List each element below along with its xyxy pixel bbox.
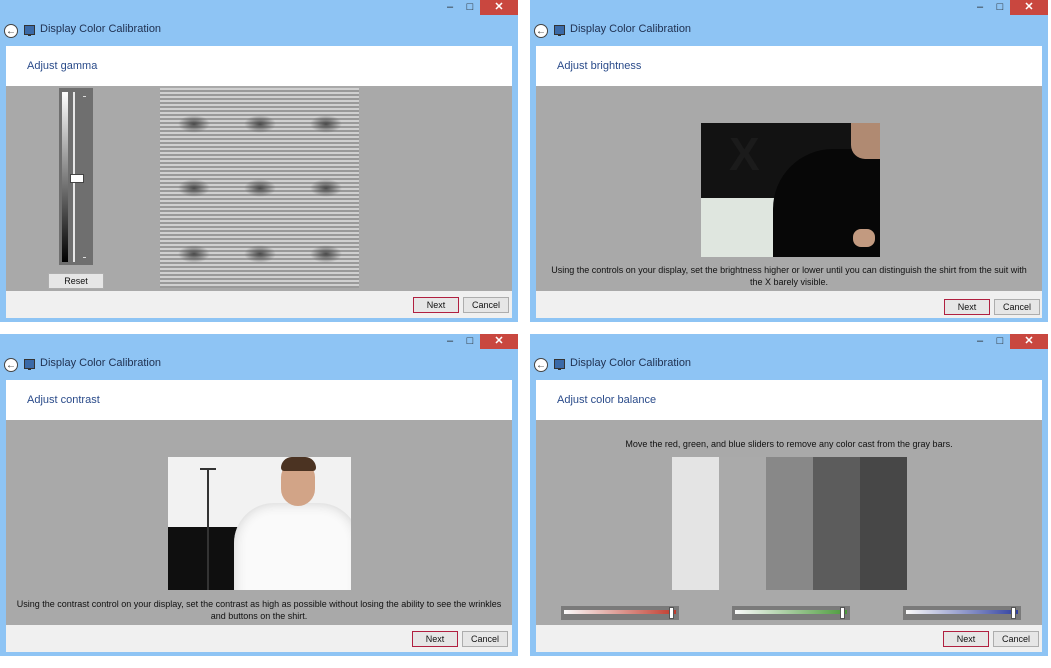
- gray-bar-1: [672, 457, 719, 590]
- title-bar: – □ ✕ ← Display Color Calibration: [0, 0, 518, 46]
- cancel-button[interactable]: Cancel: [463, 297, 509, 313]
- next-button[interactable]: Next: [944, 299, 990, 315]
- brightness-sample-image: X: [701, 123, 880, 257]
- window-gamma: – □ ✕ ← Display Color Calibration Adjust…: [0, 0, 518, 322]
- gamma-slider-thumb[interactable]: [70, 174, 84, 183]
- blue-slider-thumb[interactable]: [1011, 607, 1016, 619]
- maximize-button[interactable]: □: [462, 0, 478, 15]
- minimize-button[interactable]: –: [442, 0, 458, 15]
- hair: [281, 457, 316, 471]
- gray-bar-5: [860, 457, 907, 590]
- minimize-button[interactable]: –: [972, 0, 988, 15]
- cancel-button[interactable]: Cancel: [993, 631, 1039, 647]
- contrast-instructions: Using the contrast control on your displ…: [16, 599, 502, 621]
- color-balance-content: Move the red, green, and blue sliders to…: [536, 420, 1042, 625]
- footer-bar: Next Cancel: [536, 291, 1042, 318]
- gray-bars: [672, 457, 907, 590]
- maximize-button[interactable]: □: [992, 334, 1008, 349]
- page-title: Adjust brightness: [557, 60, 642, 72]
- gray-bar-3: [766, 457, 813, 590]
- contrast-content: Using the contrast control on your displ…: [6, 420, 512, 625]
- next-button[interactable]: Next: [412, 631, 458, 647]
- gamma-test-pattern: [160, 88, 359, 288]
- title-bar: – □ ✕ ← Display Color Calibration: [0, 334, 518, 380]
- app-title: Display Color Calibration: [570, 23, 692, 35]
- stand-top: [200, 468, 216, 470]
- color-balance-instructions: Move the red, green, and blue sliders to…: [625, 439, 953, 449]
- hand: [853, 229, 875, 247]
- close-button[interactable]: ✕: [480, 0, 518, 15]
- gamma-content: Reset: [6, 86, 512, 291]
- title-bar: – □ ✕ ← Display Color Calibration: [530, 334, 1048, 380]
- window-brightness: – □ ✕ ← Display Color Calibration Adjust…: [530, 0, 1048, 322]
- close-button[interactable]: ✕: [1010, 334, 1048, 349]
- wall-area: [701, 198, 779, 257]
- gray-bar-2: [719, 457, 766, 590]
- display-app-icon: [24, 25, 35, 36]
- slider-max-tick: [83, 96, 86, 97]
- green-slider-track: [735, 610, 847, 614]
- close-button[interactable]: ✕: [480, 334, 518, 349]
- page-header: Adjust gamma: [6, 46, 512, 86]
- white-shirt: [234, 503, 351, 590]
- gamma-slider-track: [62, 92, 68, 262]
- app-title: Display Color Calibration: [570, 357, 692, 369]
- back-arrow-icon[interactable]: ←: [534, 24, 548, 38]
- face: [851, 123, 880, 159]
- page-title: Adjust gamma: [27, 60, 98, 72]
- green-slider[interactable]: [732, 606, 850, 620]
- blue-slider[interactable]: [903, 606, 1021, 620]
- page-title: Adjust contrast: [27, 394, 100, 406]
- minimize-button[interactable]: –: [972, 334, 988, 349]
- window-contrast: – □ ✕ ← Display Color Calibration Adjust…: [0, 334, 518, 656]
- stand-pole: [207, 469, 209, 590]
- display-app-icon: [24, 359, 35, 370]
- back-arrow-icon[interactable]: ←: [4, 358, 18, 372]
- blue-slider-track: [906, 610, 1018, 614]
- cancel-button[interactable]: Cancel: [994, 299, 1040, 315]
- x-mark-icon: X: [729, 128, 760, 180]
- page-header: Adjust color balance: [536, 380, 1042, 420]
- page-header: Adjust brightness: [536, 46, 1042, 86]
- footer-bar: Next Cancel: [6, 291, 512, 318]
- slider-min-tick: [83, 257, 86, 258]
- brightness-instructions: Using the controls on your display, set …: [551, 265, 1027, 287]
- gray-bar-4: [813, 457, 860, 590]
- next-button[interactable]: Next: [943, 631, 989, 647]
- maximize-button[interactable]: □: [462, 334, 478, 349]
- display-app-icon: [554, 25, 565, 36]
- contrast-sample-image: [168, 457, 351, 590]
- red-slider-track: [564, 610, 676, 614]
- page-title: Adjust color balance: [557, 394, 657, 406]
- title-bar: – □ ✕ ← Display Color Calibration: [530, 0, 1048, 46]
- display-app-icon: [554, 359, 565, 370]
- close-button[interactable]: ✕: [1010, 0, 1048, 15]
- footer-bar: Next Cancel: [6, 625, 512, 652]
- color-sliders: [536, 606, 1042, 622]
- red-slider[interactable]: [561, 606, 679, 620]
- gamma-slider[interactable]: [59, 88, 93, 265]
- brightness-content: X Using the controls on your display, se…: [536, 86, 1042, 291]
- back-arrow-icon[interactable]: ←: [4, 24, 18, 38]
- app-title: Display Color Calibration: [40, 357, 162, 369]
- page-header: Adjust contrast: [6, 380, 512, 420]
- maximize-button[interactable]: □: [992, 0, 1008, 15]
- green-slider-thumb[interactable]: [840, 607, 845, 619]
- back-arrow-icon[interactable]: ←: [534, 358, 548, 372]
- reset-button[interactable]: Reset: [48, 273, 104, 289]
- cancel-button[interactable]: Cancel: [462, 631, 508, 647]
- red-slider-thumb[interactable]: [669, 607, 674, 619]
- next-button[interactable]: Next: [413, 297, 459, 313]
- app-title: Display Color Calibration: [40, 23, 162, 35]
- minimize-button[interactable]: –: [442, 334, 458, 349]
- footer-bar: Next Cancel: [536, 625, 1042, 652]
- window-color-balance: – □ ✕ ← Display Color Calibration Adjust…: [530, 334, 1048, 656]
